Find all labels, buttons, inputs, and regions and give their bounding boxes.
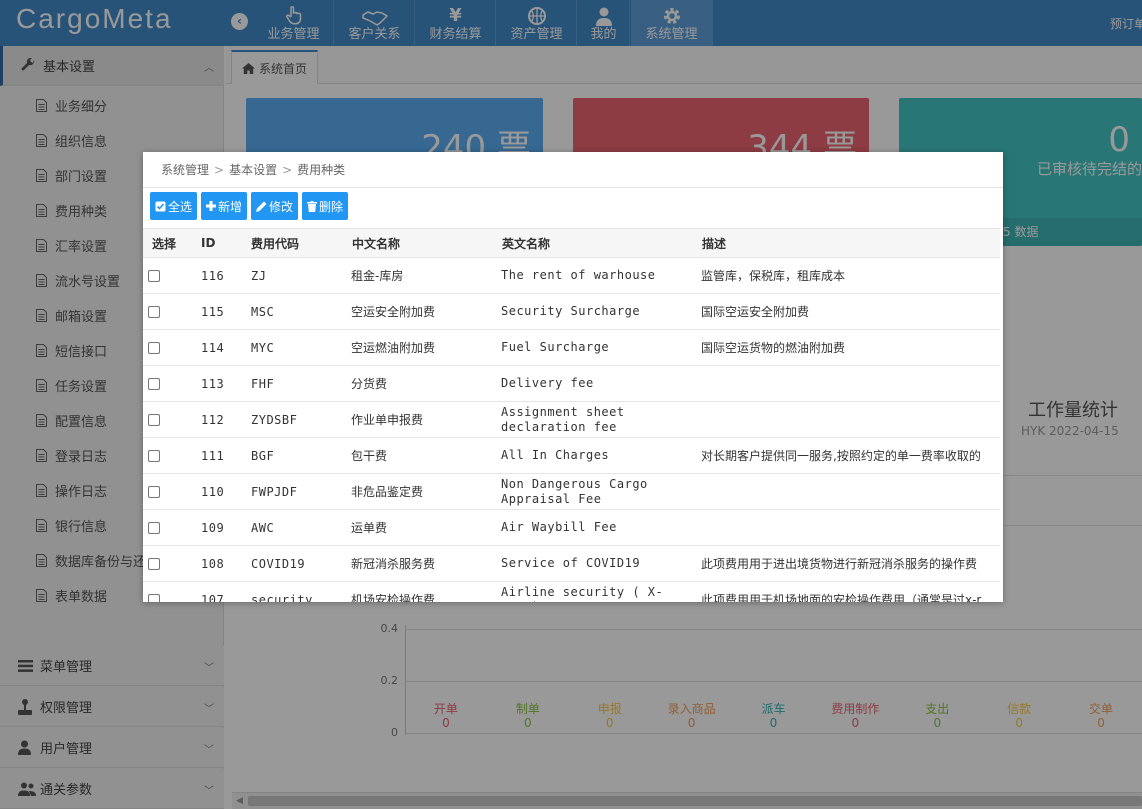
cell-description xyxy=(697,365,1000,402)
row-checkbox[interactable] xyxy=(148,522,160,534)
toolbar: 全选 新增 修改 删除 xyxy=(150,192,349,220)
cell-cn-name: 非危品鉴定费 xyxy=(347,473,497,510)
button-label: 全选 xyxy=(168,199,193,214)
fee-types-table: 选择 ID 费用代码 中文名称 英文名称 描述 116 ZJ 租金-库房 The re… xyxy=(143,228,1000,602)
row-checkbox[interactable] xyxy=(148,414,160,426)
cell-description: 监管库，保税库，租库成本 xyxy=(697,257,1000,294)
cell-id: 112 xyxy=(197,401,247,438)
fee-types-dialog: 系统管理 > 基本设置 > 费用种类 全选 新增 修改 删除 选择 ID 费用代… xyxy=(143,152,1003,602)
cell-description xyxy=(697,473,1000,510)
row-checkbox[interactable] xyxy=(148,378,160,390)
pencil-icon xyxy=(256,201,267,212)
row-checkbox[interactable] xyxy=(148,594,160,602)
trash-icon xyxy=(307,200,318,212)
cell-description: 此项费用用于进出境货物进行新冠消杀服务的操作费 xyxy=(697,545,1000,582)
cell-code: COVID19 xyxy=(247,545,347,582)
select-all-button[interactable]: 全选 xyxy=(150,192,198,220)
row-checkbox[interactable] xyxy=(148,486,160,498)
plus-icon xyxy=(206,201,217,211)
cell-cn-name: 空运安全附加费 xyxy=(347,293,497,330)
cell-id: 115 xyxy=(197,293,247,330)
cell-code: ZJ xyxy=(247,257,347,294)
cell-description xyxy=(697,509,1000,546)
breadcrumb: 系统管理 > 基本设置 > 费用种类 xyxy=(143,152,1003,188)
cell-en-name: Security Surcharge xyxy=(497,293,697,330)
cell-code: FHF xyxy=(247,365,347,402)
column-header-code[interactable]: 费用代码 xyxy=(247,228,347,258)
table-row[interactable]: 111 BGF 包干费 All In Charges 对长期客户提供同一服务,按照约定的… xyxy=(143,437,1000,474)
cell-cn-name: 分货费 xyxy=(347,365,497,402)
column-header-cn-name[interactable]: 中文名称 xyxy=(347,228,497,258)
row-checkbox[interactable] xyxy=(148,450,160,462)
button-label: 修改 xyxy=(269,199,294,214)
cell-code: FWPJDF xyxy=(247,473,347,510)
chevron-right-icon: > xyxy=(214,162,225,177)
cell-en-name: Fuel Surcharge xyxy=(497,329,697,366)
column-header-id[interactable]: ID xyxy=(197,228,247,258)
cell-cn-name: 包干费 xyxy=(347,437,497,474)
breadcrumb-item: 费用种类 xyxy=(297,163,346,177)
row-checkbox[interactable] xyxy=(148,306,160,318)
table-header-row: 选择 ID 费用代码 中文名称 英文名称 描述 xyxy=(143,228,1000,258)
cell-cn-name: 机场安检操作费 xyxy=(347,581,497,602)
column-header-select: 选择 xyxy=(143,228,197,258)
cell-en-name: Non Dangerous Cargo Appraisal Fee xyxy=(497,473,697,510)
table-row[interactable]: 110 FWPJDF 非危品鉴定费 Non Dangerous Cargo Appra… xyxy=(143,473,1000,510)
cell-id: 109 xyxy=(197,509,247,546)
table-row[interactable]: 112 ZYDSBF 作业单申报费 Assignment sheet declarat… xyxy=(143,401,1000,438)
cell-cn-name: 租金-库房 xyxy=(347,257,497,294)
cell-description xyxy=(697,401,1000,438)
cell-id: 114 xyxy=(197,329,247,366)
chevron-right-icon: > xyxy=(282,162,293,177)
cell-description: 国际空运货物的燃油附加费 xyxy=(697,329,1000,366)
cell-cn-name: 空运燃油附加费 xyxy=(347,329,497,366)
cell-en-name: Service of COVID19 xyxy=(497,545,697,582)
cell-code: ZYDSBF xyxy=(247,401,347,438)
cell-en-name: Assignment sheet declaration fee xyxy=(497,401,697,438)
breadcrumb-item[interactable]: 系统管理 xyxy=(161,161,209,178)
cell-id: 107 xyxy=(197,581,247,602)
cell-en-name: Delivery fee xyxy=(497,365,697,402)
cell-en-name: The rent of warhouse xyxy=(497,257,697,294)
cell-en-name: Airline security ( X-RAY ) xyxy=(497,581,697,602)
edit-button[interactable]: 修改 xyxy=(251,192,299,220)
table-row[interactable]: 107security机场安检操作费Airline security ( X-R… xyxy=(143,581,1000,602)
table-row[interactable]: 114 MYC 空运燃油附加费 Fuel Surcharge 国际空运货物的燃油附加费 xyxy=(143,329,1000,366)
row-checkbox[interactable] xyxy=(148,342,160,354)
cell-code: AWC xyxy=(247,509,347,546)
check-square-icon xyxy=(155,201,166,212)
cell-code: MYC xyxy=(247,329,347,366)
row-checkbox[interactable] xyxy=(148,558,160,570)
cell-code: security xyxy=(247,581,347,602)
cell-en-name: Air Waybill Fee xyxy=(497,509,697,546)
table-row[interactable]: 113 FHF 分货费 Delivery fee xyxy=(143,365,1000,402)
cell-description: 对长期客户提供同一服务,按照约定的单一费率收取的 xyxy=(697,437,1000,474)
table-row[interactable]: 108 COVID19 新冠消杀服务费 Service of COVID19 此项费用用… xyxy=(143,545,1000,582)
table-row[interactable]: 109 AWC 运单费 Air Waybill Fee xyxy=(143,509,1000,546)
row-checkbox[interactable] xyxy=(148,270,160,282)
delete-button[interactable]: 删除 xyxy=(302,192,349,220)
cell-id: 116 xyxy=(197,257,247,294)
cell-id: 111 xyxy=(197,437,247,474)
cell-code: MSC xyxy=(247,293,347,330)
button-label: 新增 xyxy=(218,199,243,214)
column-header-description[interactable]: 描述 xyxy=(697,228,1000,258)
table-row[interactable]: 116 ZJ 租金-库房 The rent of warhouse 监管库，保税库，租库… xyxy=(143,257,1000,294)
cell-id: 108 xyxy=(197,545,247,582)
table-row[interactable]: 115 MSC 空运安全附加费 Security Surcharge 国际空运安全附加费 xyxy=(143,293,1000,330)
button-label: 删除 xyxy=(319,199,344,214)
cell-en-name: All In Charges xyxy=(497,437,697,474)
cell-cn-name: 作业单申报费 xyxy=(347,401,497,438)
add-button[interactable]: 新增 xyxy=(201,192,248,220)
cell-cn-name: 新冠消杀服务费 xyxy=(347,545,497,582)
breadcrumb-item[interactable]: 基本设置 xyxy=(229,161,277,178)
cell-id: 113 xyxy=(197,365,247,402)
cell-cn-name: 运单费 xyxy=(347,509,497,546)
cell-description: 国际空运安全附加费 xyxy=(697,293,1000,330)
cell-id: 110 xyxy=(197,473,247,510)
cell-code: BGF xyxy=(247,437,347,474)
column-header-en-name[interactable]: 英文名称 xyxy=(497,228,697,258)
cell-description: 此项费用用于机场地面的安检操作费用（通常是过x-r xyxy=(697,581,1000,602)
